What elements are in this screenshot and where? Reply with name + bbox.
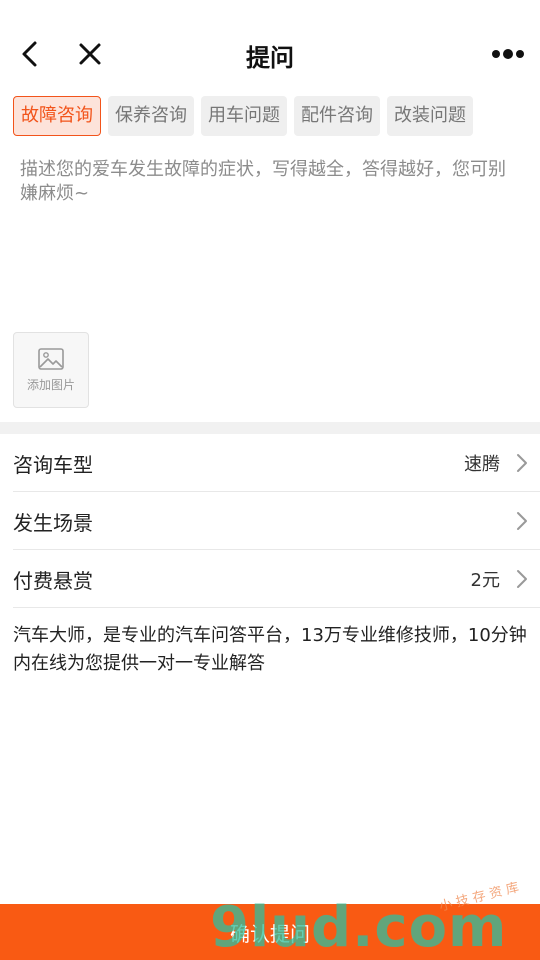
more-button[interactable] — [486, 34, 530, 74]
question-input[interactable]: 描述您的爱车发生故障的症状，写得越全，答得越好，您可别嫌麻烦~ — [20, 158, 520, 206]
page-title: 提问 — [246, 44, 294, 72]
chevron-right-icon — [517, 570, 527, 588]
add-image-label: 添加图片 — [26, 377, 75, 392]
tag-4[interactable]: 改装问题 — [387, 96, 473, 136]
chevron-right-icon — [517, 512, 527, 530]
divider — [13, 607, 540, 608]
row-reward[interactable]: 付费悬赏 2元 — [0, 550, 540, 608]
chevron-right-icon — [517, 454, 527, 472]
tag-3[interactable]: 配件咨询 — [294, 96, 380, 136]
row-label: 咨询车型 — [13, 452, 93, 477]
row-car-model[interactable]: 咨询车型 速腾 — [0, 434, 540, 492]
row-label: 付费悬赏 — [13, 568, 93, 593]
more-dots-icon — [492, 49, 524, 59]
section-divider — [0, 422, 540, 434]
row-label: 发生场景 — [13, 510, 93, 535]
category-tags: 故障咨询 保养咨询 用车问题 配件咨询 改装问题 — [13, 96, 473, 136]
platform-intro: 汽车大师，是专业的汽车问答平台，13万专业维修技师，10分钟内在线为您提供一对一… — [13, 625, 527, 674]
tag-1[interactable]: 保养咨询 — [108, 96, 194, 136]
nav-bar: 提问 — [0, 0, 540, 108]
row-value: 2元 — [470, 570, 500, 591]
tag-0[interactable]: 故障咨询 — [13, 96, 101, 136]
row-value: 速腾 — [464, 454, 500, 475]
add-image-button[interactable]: 添加图片 — [13, 332, 89, 408]
row-scene[interactable]: 发生场景 — [0, 492, 540, 550]
submit-button[interactable]: 确认提问 — [0, 904, 540, 960]
tag-2[interactable]: 用车问题 — [201, 96, 287, 136]
image-icon — [38, 347, 64, 370]
